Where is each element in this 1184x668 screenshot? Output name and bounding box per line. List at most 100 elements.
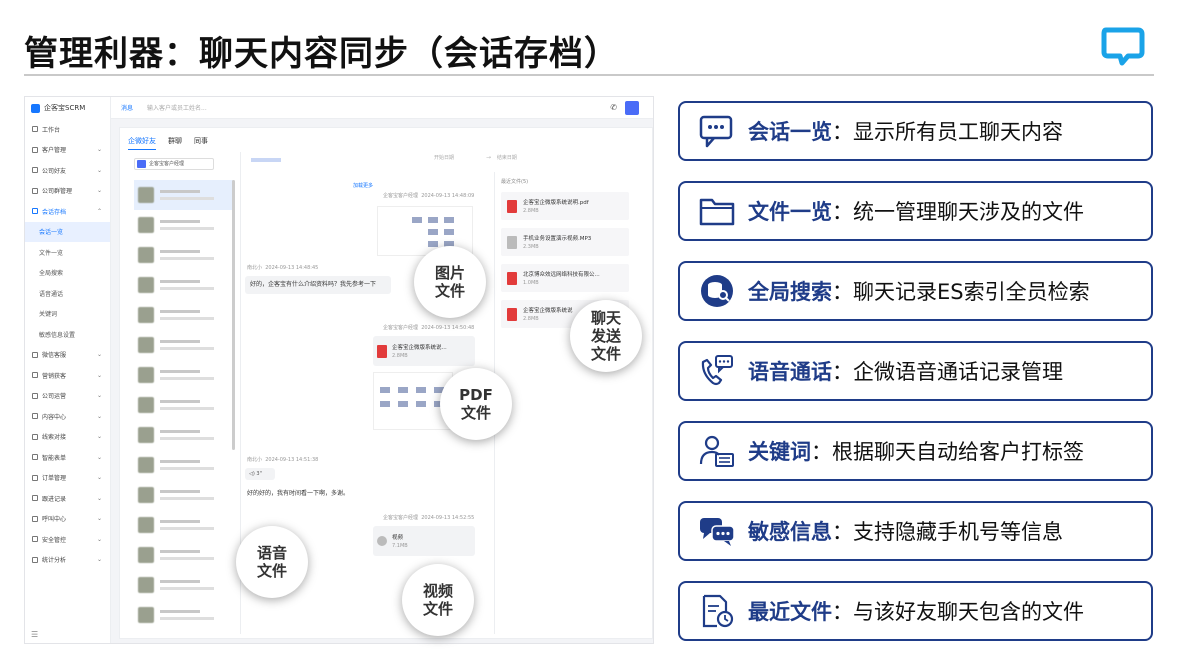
feature-sensitive-info: 敏感信息：支持隐藏手机号等信息: [678, 501, 1153, 561]
image-thumbnail: [380, 387, 390, 393]
recent-file-item[interactable]: 企客宝企微版系统说明.pdf 2.8MB: [501, 192, 629, 220]
sidebar-sub-voice-call[interactable]: 语音通话: [25, 283, 110, 304]
sidebar-sub-file-overview[interactable]: 文件一览: [25, 242, 110, 263]
sidebar-item-archive[interactable]: 会话存档 ⌃: [25, 201, 110, 222]
image-thumbnail: [398, 387, 408, 393]
contact-name-blurred: [160, 370, 200, 373]
sidebar-item-friends[interactable]: 公司好友 ⌄: [25, 160, 110, 181]
list-item[interactable]: [134, 360, 234, 390]
contact-name-blurred: [160, 490, 200, 493]
sidebar-item-marketing[interactable]: 营销获客 ⌄: [25, 365, 110, 386]
sidebar-item-callcenter[interactable]: 呼叫中心 ⌄: [25, 509, 110, 530]
feature-voice-call: 语音通话：企微语音通话记录管理: [678, 341, 1153, 401]
tab-group-chats[interactable]: 群聊: [168, 136, 182, 150]
top-bar: 消息 输入客户或员工姓名... ✆: [111, 97, 653, 119]
chevron-down-icon: ⌄: [96, 187, 102, 195]
sidebar-item-followup[interactable]: 跟进记录 ⌄: [25, 488, 110, 509]
message-meta: 南北小 2024-09-13 14:48:45: [247, 264, 318, 271]
global-search-input[interactable]: 输入客户或员工姓名...: [147, 103, 207, 112]
list-item[interactable]: [134, 450, 234, 480]
date-start-input[interactable]: 开始日期: [434, 155, 454, 161]
avatar: [138, 367, 154, 383]
employee-select[interactable]: 企客宝客户经理: [134, 158, 214, 170]
recent-file-item[interactable]: 北京博众效远网络科技有限公... 1.0MB: [501, 264, 629, 292]
load-more-link[interactable]: 加载更多: [353, 182, 373, 189]
sidebar-item-security[interactable]: 安全管控 ⌄: [25, 529, 110, 550]
image-thumbnail: [428, 241, 438, 247]
list-item[interactable]: [134, 540, 234, 570]
file-name: 手机业务设置演示视频.MP3: [523, 236, 592, 242]
tab-wecom-friends[interactable]: 企微好友: [128, 136, 156, 150]
list-item[interactable]: [134, 180, 234, 210]
leads-icon: [32, 433, 38, 440]
contact-list: [134, 180, 234, 635]
list-item[interactable]: [134, 390, 234, 420]
avatar: [138, 337, 154, 353]
app-screenshot: 企客宝SCRM 工作台 客户管理 ⌄ 公司好友 ⌄ 公司群管理 ⌄ 会话存档 ⌃ 会话一…: [24, 96, 654, 644]
list-item[interactable]: [134, 240, 234, 270]
app-brand-label: 企客宝SCRM: [44, 104, 86, 112]
feature-separator: ：: [811, 440, 832, 464]
feature-key: 最近文件: [748, 600, 832, 624]
list-item[interactable]: [134, 210, 234, 240]
list-item[interactable]: [134, 270, 234, 300]
avatar: [138, 397, 154, 413]
sidebar-item-wechat-service[interactable]: 微信客服 ⌄: [25, 345, 110, 366]
sidebar-item-operations[interactable]: 公司运营 ⌄: [25, 386, 110, 407]
database-search-icon: [698, 273, 736, 309]
file-name: 企客宝企微版系统说明.pdf: [523, 200, 589, 206]
voice-message[interactable]: ◁) 3": [245, 468, 275, 480]
sidebar-item-customers[interactable]: 客户管理 ⌄: [25, 140, 110, 161]
sender-name: 南北小: [247, 265, 263, 271]
list-item[interactable]: [134, 600, 234, 630]
feature-desc: 聊天记录ES索引全员检索: [853, 280, 1090, 304]
sidebar-item-groups[interactable]: 公司群管理 ⌄: [25, 181, 110, 202]
avatar: [138, 307, 154, 323]
sidebar-item-leads[interactable]: 线索对接 ⌄: [25, 427, 110, 448]
contact-time-blurred: [160, 347, 214, 350]
list-item[interactable]: [134, 330, 234, 360]
sidebar-item-orders[interactable]: 订单管理 ⌄: [25, 468, 110, 489]
pdf-file-message[interactable]: 企客宝企微版系统说... 2.8MB: [373, 336, 475, 366]
sidebar-sub-session-overview[interactable]: 会话一览: [25, 221, 110, 242]
user-avatar[interactable]: [625, 101, 639, 115]
list-item[interactable]: [134, 420, 234, 450]
list-item[interactable]: [134, 300, 234, 330]
sidebar-item-forms[interactable]: 智能表单 ⌄: [25, 447, 110, 468]
chat-bubbles-icon: [698, 513, 736, 549]
image-thumbnail: [416, 401, 426, 407]
sidebar-sub-global-search[interactable]: 全局搜索: [25, 263, 110, 284]
image-thumbnail: [444, 217, 454, 223]
voice-duration: 3": [256, 471, 262, 477]
collapse-menu-icon[interactable]: ☰: [31, 630, 38, 639]
message-time: 2024-09-13 14:51:38: [265, 457, 319, 463]
chevron-down-icon: ⌄: [96, 535, 102, 543]
sidebar-sub-sensitive[interactable]: 敏感信息设置: [25, 324, 110, 345]
sidebar-item-label: 工作台: [42, 126, 61, 134]
employee-select-value: 企客宝客户经理: [149, 161, 185, 167]
sidebar-item-stats[interactable]: 统计分析 ⌄: [25, 550, 110, 571]
list-item[interactable]: [134, 480, 234, 510]
message-time: 2024-09-13 14:48:45: [265, 265, 319, 271]
callout-line: 图片: [434, 264, 465, 282]
video-message[interactable]: 视频 7.1MB: [373, 526, 475, 556]
date-end-input[interactable]: 结束日期: [497, 155, 517, 161]
avatar: [138, 217, 154, 233]
file-size: 1.0MB: [523, 280, 539, 286]
sidebar-item-content[interactable]: 内容中心 ⌄: [25, 406, 110, 427]
sender-name: 南北小: [247, 457, 263, 463]
contact-time-blurred: [160, 287, 214, 290]
sidebar-item-workbench[interactable]: 工作台: [25, 119, 110, 140]
phone-icon[interactable]: ✆: [610, 103, 617, 112]
recent-file-item[interactable]: 手机业务设置演示视频.MP3 2.3MB: [501, 228, 629, 256]
sidebar-sub-keyword[interactable]: 关键词: [25, 304, 110, 325]
contact-name-blurred: [160, 250, 200, 253]
tab-colleagues[interactable]: 同事: [194, 136, 208, 150]
date-range-filter[interactable]: 开始日期 → 结束日期: [434, 154, 624, 172]
contact-scrollbar[interactable]: [232, 180, 235, 450]
contact-time-blurred: [160, 557, 214, 560]
contact-name-blurred: [160, 400, 200, 403]
message-tab[interactable]: 消息: [121, 103, 133, 112]
list-item[interactable]: [134, 570, 234, 600]
list-item[interactable]: [134, 510, 234, 540]
